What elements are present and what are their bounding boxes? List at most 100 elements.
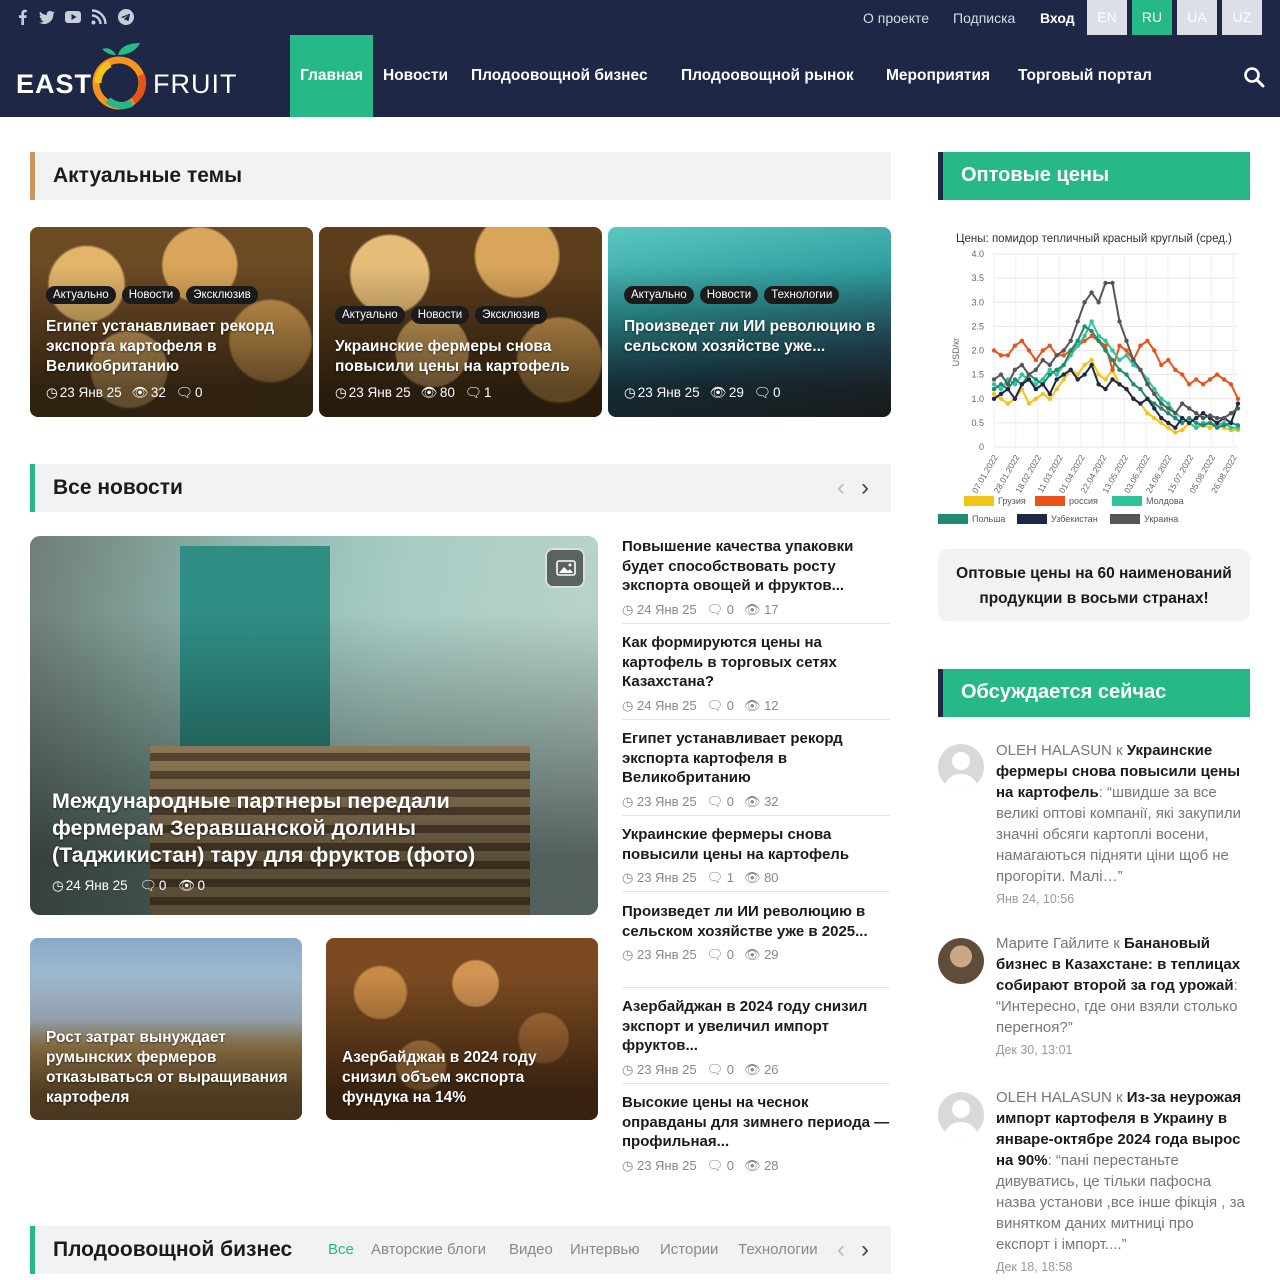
nav-business[interactable]: Плодоовощной бизнес — [471, 35, 648, 117]
search-icon[interactable] — [1243, 66, 1265, 88]
nav-news[interactable]: Новости — [383, 35, 448, 117]
subscribe-link[interactable]: Подписка — [953, 10, 1015, 26]
data-point — [1096, 300, 1101, 305]
main-header: EAST FRUIT Главная Новости Плодоовощной … — [0, 35, 1280, 117]
data-point — [1061, 372, 1066, 377]
data-point — [1124, 348, 1129, 353]
tag[interactable]: Актуально — [624, 286, 694, 304]
main-news-card[interactable]: Международные партнеры передали фермерам… — [30, 536, 598, 915]
data-point — [1221, 377, 1227, 382]
data-point — [1033, 377, 1038, 382]
telegram-icon[interactable] — [117, 9, 135, 25]
small-news-card[interactable]: Азербайджан в 2024 году снизил объем экс… — [326, 938, 598, 1120]
trending-card[interactable]: Актуально Новости Технологии Произведет … — [608, 227, 891, 417]
list-item[interactable]: Украинские фермеры снова повысили цены н… — [622, 825, 890, 892]
data-point — [1138, 367, 1143, 372]
prev-arrow-icon[interactable]: ‹ — [837, 1236, 845, 1264]
data-point — [1221, 423, 1227, 428]
comment-author[interactable]: Марите Гайлите — [996, 935, 1109, 952]
data-point — [1019, 382, 1025, 387]
nav-home[interactable]: Главная — [290, 35, 374, 117]
tag[interactable]: Актуально — [335, 306, 405, 324]
list-item[interactable]: Азербайджан в 2024 году снизил экспорт и… — [622, 997, 890, 1084]
small-news-card[interactable]: Рост затрат вынуждает румынских фермеров… — [30, 938, 302, 1120]
data-point — [1012, 396, 1018, 401]
youtube-icon[interactable] — [64, 9, 82, 25]
lang-ua[interactable]: UA — [1177, 0, 1217, 35]
about-link[interactable]: О проекте — [863, 10, 929, 26]
list-item-title[interactable]: Произведет ли ИИ революцию в сельском хо… — [622, 902, 890, 941]
list-item-title[interactable]: Азербайджан в 2024 году снизил экспорт и… — [622, 997, 890, 1056]
next-arrow-icon[interactable]: › — [861, 474, 869, 502]
list-item[interactable]: Произведет ли ИИ революцию в сельском хо… — [622, 902, 890, 988]
business-title: Плодоовощной бизнес — [53, 1238, 293, 1261]
list-item-title[interactable]: Украинские фермеры снова повысили цены н… — [622, 825, 890, 864]
lang-en[interactable]: EN — [1087, 0, 1127, 35]
card-title[interactable]: Египет устанавливает рекорд экспорта кар… — [46, 317, 301, 377]
data-point — [1200, 415, 1206, 421]
data-point — [1089, 357, 1094, 363]
nav-market[interactable]: Плодоовощной рынок — [681, 35, 854, 117]
facebook-icon[interactable] — [14, 9, 32, 25]
prices-button[interactable]: Оптовые цены на 60 наименований продукци… — [938, 549, 1250, 621]
trending-card[interactable]: Актуально Новости Эксклюзив Украинские ф… — [319, 227, 602, 417]
subnav-stories[interactable]: Истории — [660, 1241, 718, 1258]
card-title[interactable]: Произведет ли ИИ революцию в сельском хо… — [624, 317, 879, 357]
list-item-date: ◷ 23 Янв 25 — [622, 1061, 697, 1077]
twitter-icon[interactable] — [38, 9, 56, 25]
comment-item[interactable]: Марите Гайлите к Банановый бизнес в Каза… — [996, 933, 1250, 1061]
tag[interactable]: Эксклюзив — [475, 306, 547, 324]
comment-author[interactable]: OLEH HALASUN — [996, 742, 1112, 759]
next-arrow-icon[interactable]: › — [861, 1236, 869, 1264]
data-point — [991, 391, 997, 397]
legend-label: Украина — [1144, 514, 1178, 524]
list-item-views: 👁 29 — [743, 947, 779, 962]
avatar — [938, 1092, 984, 1138]
nav-events[interactable]: Мероприятия — [886, 35, 990, 117]
data-point — [1124, 372, 1129, 377]
list-item[interactable]: Повышение качества упаковки будет способ… — [622, 537, 890, 624]
small-news-title[interactable]: Азербайджан в 2024 году снизил объем экс… — [342, 1048, 586, 1108]
subnav-interview[interactable]: Интервью — [570, 1241, 640, 1258]
subnav-blogs[interactable]: Авторские блоги — [371, 1241, 486, 1258]
list-item-views: 👁 28 — [743, 1157, 779, 1173]
list-item[interactable]: Высокие цены на чеснок оправданы для зим… — [622, 1093, 890, 1180]
y-tick-label: 1.0 — [971, 394, 984, 404]
tag[interactable]: Новости — [410, 306, 470, 324]
small-news-title[interactable]: Рост затрат вынуждает румынских фермеров… — [46, 1028, 290, 1108]
list-item-title[interactable]: Египет устанавливает рекорд экспорта кар… — [622, 729, 890, 788]
subnav-all[interactable]: Все — [328, 1241, 354, 1258]
legend-label: Узбекистан — [1051, 514, 1098, 524]
list-item-title[interactable]: Как формируются цены на картофель в торг… — [622, 633, 890, 692]
login-link[interactable]: Вход — [1040, 10, 1075, 26]
main-news-title[interactable]: Международные партнеры передали фермерам… — [52, 788, 552, 869]
data-point — [1166, 401, 1171, 406]
list-item[interactable]: Египет устанавливает рекорд экспорта кар… — [622, 729, 890, 816]
tag[interactable]: Новости — [699, 286, 759, 304]
lang-uz[interactable]: UZ — [1222, 0, 1262, 35]
tag[interactable]: Эксклюзив — [186, 286, 258, 304]
trending-card[interactable]: Актуально Новости Эксклюзив Египет устан… — [30, 227, 313, 417]
data-point — [1159, 406, 1164, 411]
tag[interactable]: Актуально — [46, 286, 116, 304]
subnav-tech[interactable]: Технологии — [738, 1241, 818, 1258]
comment-author[interactable]: OLEH HALASUN — [996, 1089, 1112, 1106]
list-item-title[interactable]: Повышение качества упаковки будет способ… — [622, 537, 890, 596]
nav-trade-portal[interactable]: Торговый портал — [1018, 35, 1152, 117]
rss-icon[interactable] — [90, 9, 108, 25]
tag[interactable]: Новости — [121, 286, 181, 304]
list-item-date: ◷ 24 Янв 25 — [622, 697, 697, 713]
data-point — [1082, 362, 1087, 368]
allnews-header: Все новости ‹ › — [30, 464, 891, 512]
prev-arrow-icon[interactable]: ‹ — [837, 474, 845, 502]
lang-ru[interactable]: RU — [1132, 0, 1172, 35]
subnav-video[interactable]: Видео — [509, 1241, 553, 1258]
list-item[interactable]: Как формируются цены на картофель в торг… — [622, 633, 890, 720]
card-comments: 1 — [484, 385, 492, 400]
list-item-title[interactable]: Высокие цены на чеснок оправданы для зим… — [622, 1093, 890, 1152]
comment-item[interactable]: OLEH HALASUN к Украинские фермеры снова … — [996, 740, 1250, 910]
tag[interactable]: Технологии — [764, 286, 840, 304]
comment-item[interactable]: OLEH HALASUN к Из-за неурожая импорт кар… — [996, 1087, 1250, 1278]
data-point — [1040, 357, 1045, 363]
card-title[interactable]: Украинские фермеры снова повысили цены н… — [335, 337, 590, 377]
